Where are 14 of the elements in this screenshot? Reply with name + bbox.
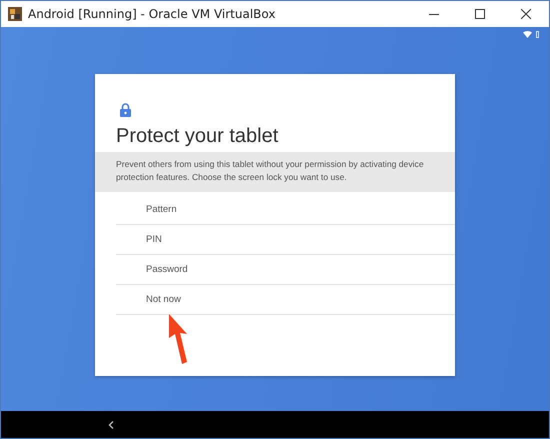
lock-icon: [120, 103, 131, 117]
maximize-icon: [475, 9, 485, 19]
app-icon: [8, 7, 22, 21]
lock-option[interactable]: Password: [116, 255, 455, 285]
battery-icon: [536, 31, 539, 38]
dialog-description: Prevent others from using this tablet without your permission by activating device protection features. Choose the screen lock you want to use.: [116, 158, 425, 184]
back-icon[interactable]: [108, 420, 114, 428]
dialog-title: Protect your tablet: [115, 125, 280, 148]
close-icon: [521, 9, 531, 19]
wifi-icon: [523, 31, 532, 38]
lock-option[interactable]: Not now: [116, 285, 455, 315]
lock-option[interactable]: PIN: [116, 225, 455, 255]
lock-option[interactable]: Pattern: [116, 195, 455, 225]
window-title: Android [Running] - Oracle VM VirtualBox: [28, 7, 276, 21]
